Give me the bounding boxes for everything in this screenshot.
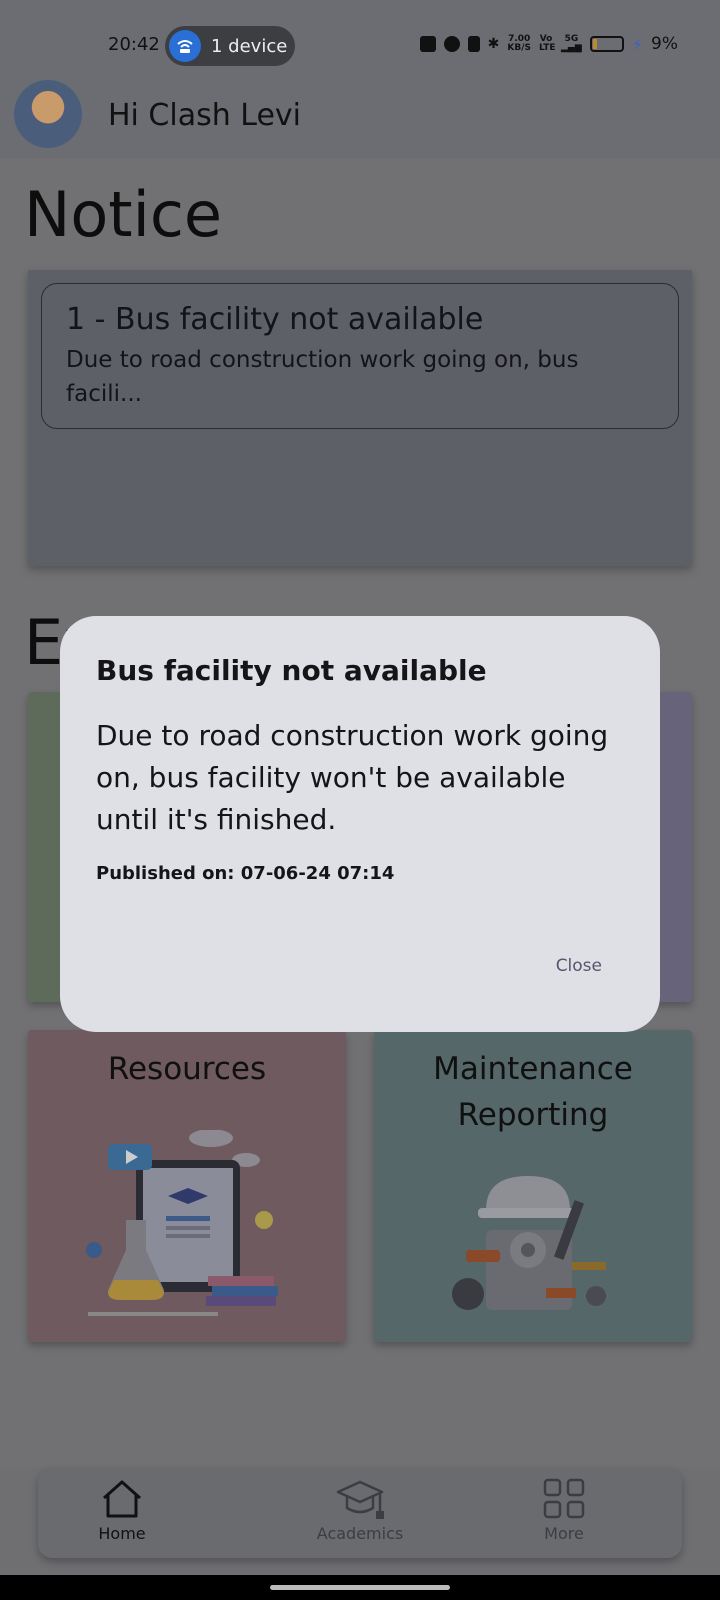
hotspot-icon: [169, 30, 201, 62]
resources-illustration-icon: [86, 1130, 278, 1316]
maintenance-tile-title: Maintenance Reporting: [433, 1051, 633, 1133]
bottom-nav: Home Academics More: [38, 1468, 682, 1558]
battery-percent: 9%: [651, 34, 678, 54]
notice-section-title: Notice: [24, 178, 223, 251]
bluetooth-icon: ✱: [487, 36, 500, 52]
vibrate-icon: [467, 36, 480, 52]
status-icons: ✱ 7.00 KB/S Vo LTE 5G ▂▄▆ ⚡ 9%: [419, 34, 678, 54]
home-icon: [103, 1480, 141, 1518]
status-time: 20:42: [108, 34, 160, 55]
close-button[interactable]: Close: [556, 956, 602, 976]
gesture-bar: [0, 1575, 720, 1600]
notice-item-preview: Due to road construction work going on, …: [66, 347, 579, 407]
graduation-cap-icon: [336, 1480, 384, 1519]
hotspot-label: 1 device: [211, 35, 288, 57]
nav-item-more[interactable]: More: [504, 1478, 624, 1543]
dialog-body: Due to road construction work going on, …: [96, 719, 609, 836]
dialog-published-date: Published on: 07-06-24 07:14: [96, 863, 395, 884]
charging-icon: ⚡: [631, 34, 644, 54]
nav-label-home: Home: [98, 1524, 146, 1543]
status-bar: 20:42 1 device ✱ 7.00 KB/S Vo LTE 5G ▂▄▆ ⚡…: [0, 0, 720, 80]
app-header: Hi Clash Levi: [0, 80, 720, 158]
nav-item-home[interactable]: Home: [62, 1478, 182, 1543]
notice-panel: 1 - Bus facility not available Due to ro…: [28, 270, 692, 566]
signal-indicator: 5G ▂▄▆: [561, 34, 582, 53]
notice-dialog: Bus facility not available Due to road c…: [60, 616, 660, 1032]
nav-label-more: More: [544, 1524, 584, 1543]
notice-item[interactable]: 1 - Bus facility not available Due to ro…: [41, 283, 679, 429]
alarm-icon: [443, 36, 460, 52]
notice-item-title: 1 - Bus facility not available: [66, 302, 484, 337]
nav-label-academics: Academics: [316, 1524, 404, 1543]
grid-icon: [543, 1478, 585, 1519]
maintenance-reporting-tile[interactable]: Maintenance Reporting: [374, 1030, 692, 1342]
gesture-handle[interactable]: [270, 1585, 450, 1590]
maintenance-illustration-icon: [452, 1176, 606, 1310]
dialog-title: Bus facility not available: [96, 654, 487, 687]
resources-tile-title: Resources: [107, 1051, 267, 1087]
nav-item-academics[interactable]: Academics: [300, 1478, 420, 1543]
volte-indicator: Vo LTE: [539, 34, 556, 53]
hotspot-indicator[interactable]: 1 device: [165, 26, 295, 66]
avatar[interactable]: [14, 80, 82, 148]
battery-icon: [589, 36, 624, 52]
net-speed: 7.00 KB/S: [507, 34, 532, 53]
greeting: Hi Clash Levi: [108, 98, 302, 133]
resources-tile[interactable]: Resources: [28, 1030, 346, 1342]
cast-icon: [419, 36, 436, 52]
